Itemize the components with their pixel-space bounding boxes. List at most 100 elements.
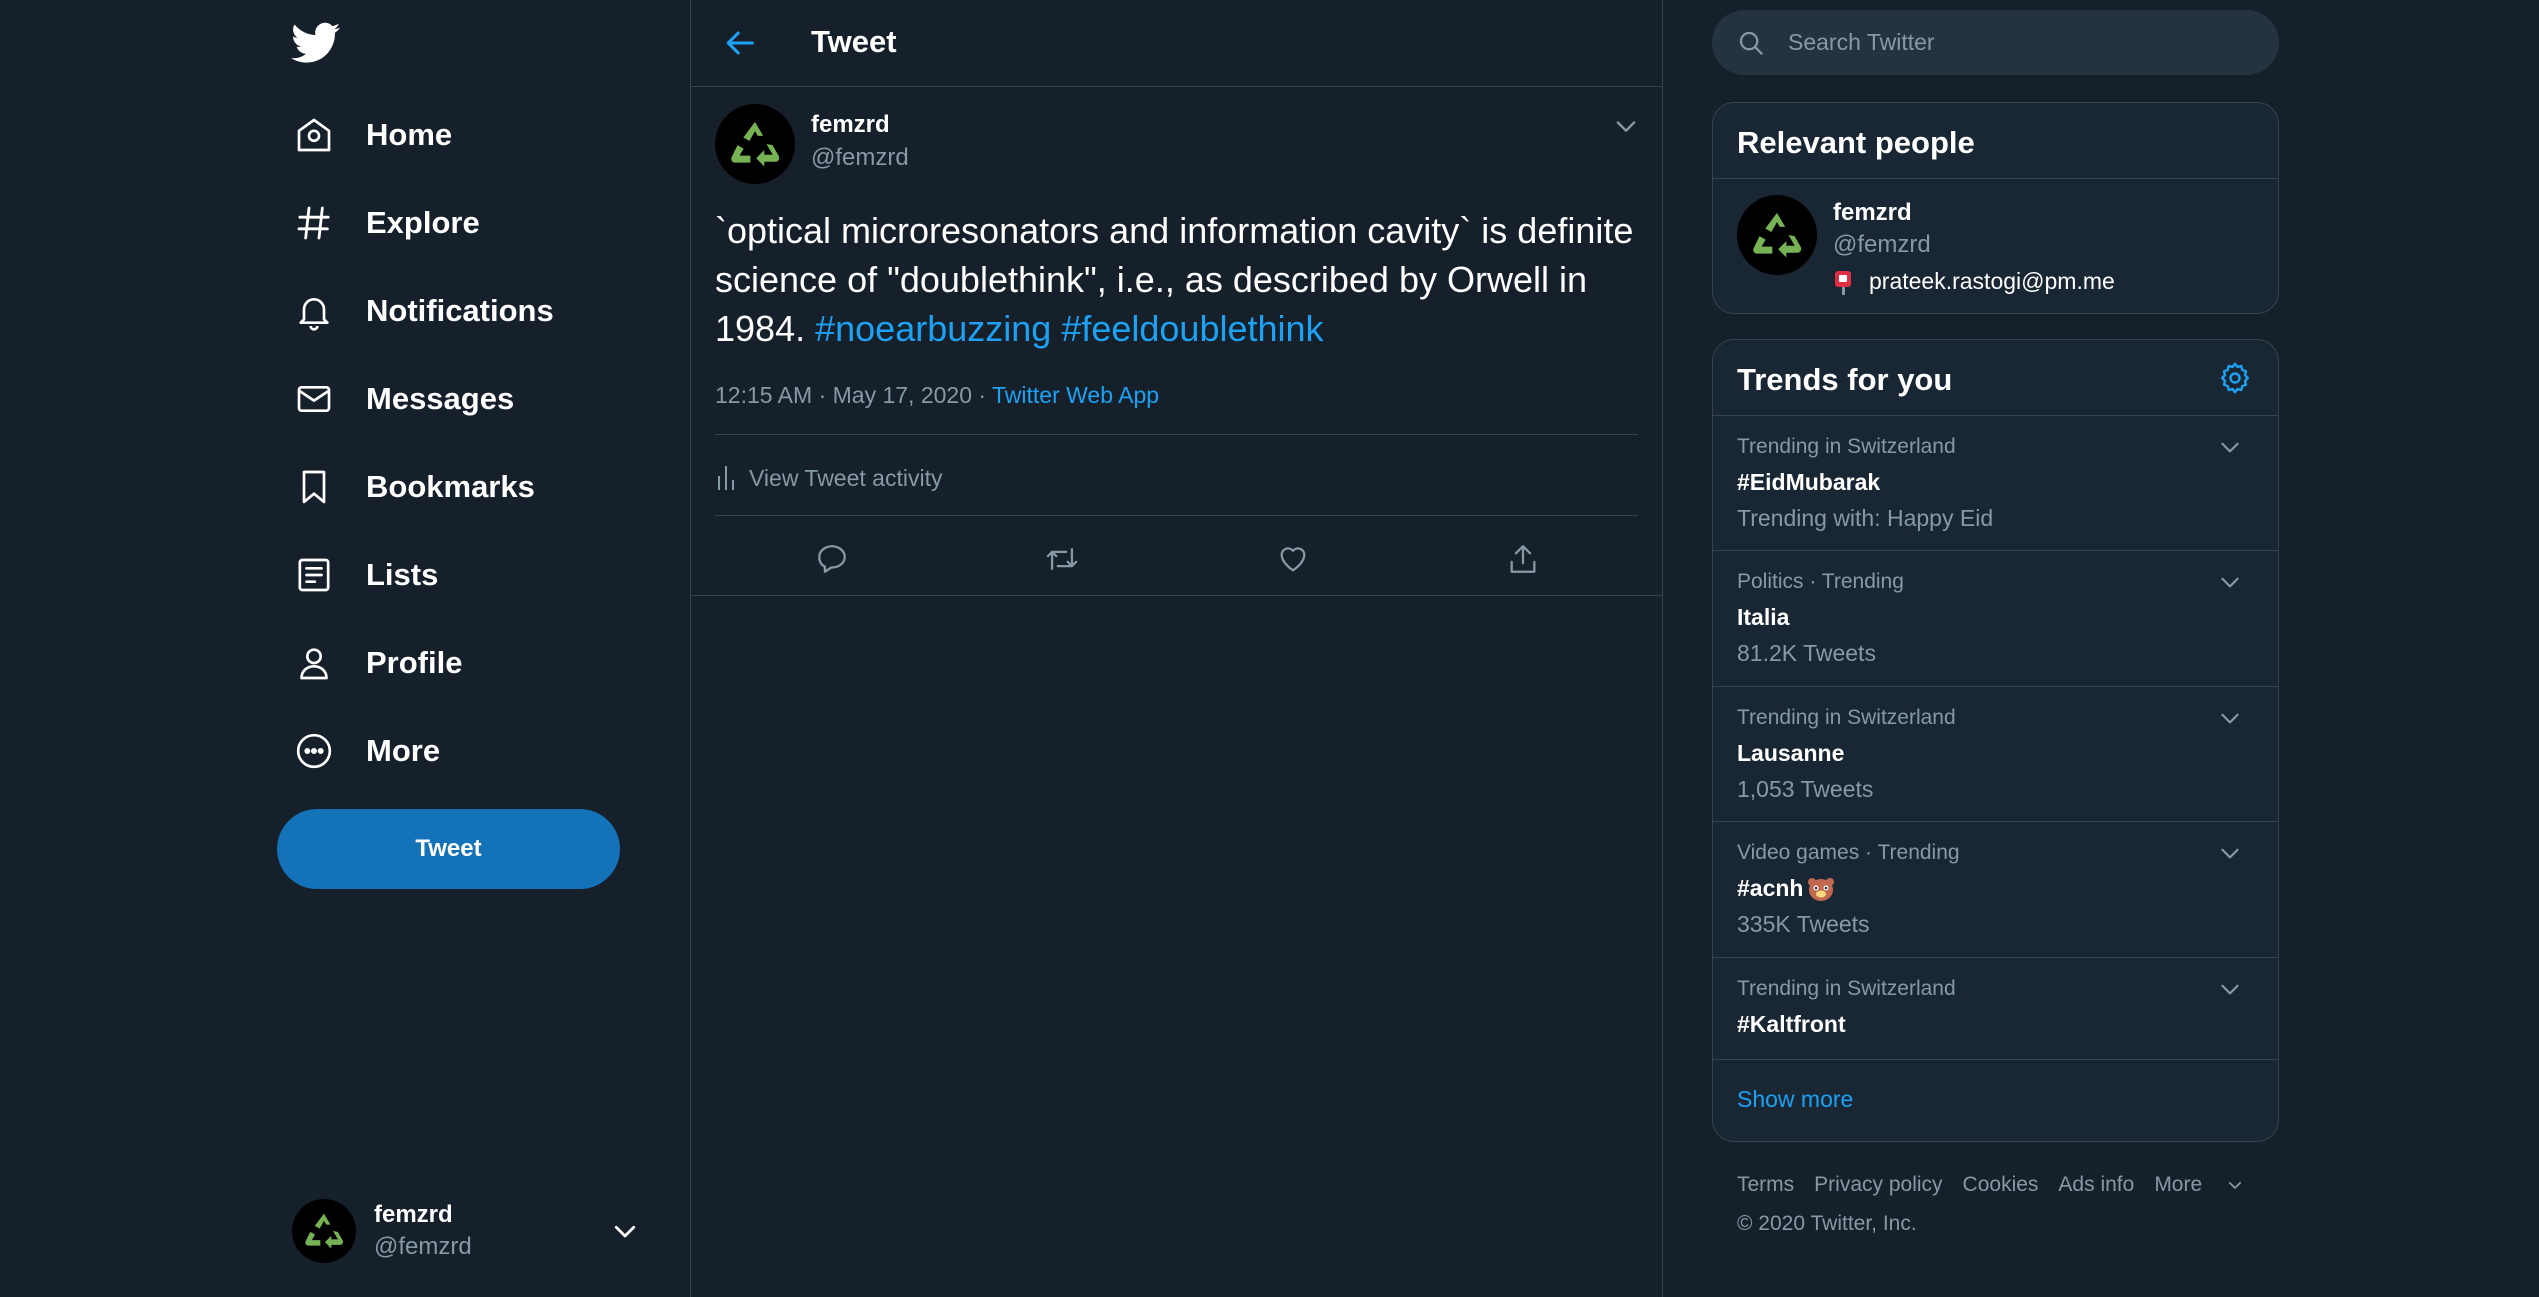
mailbox-icon — [1833, 269, 1855, 295]
column-divider-right — [1662, 0, 1663, 1297]
nav-home-label: Home — [366, 117, 453, 152]
trends-title: Trends for you — [1737, 362, 1953, 397]
show-more-label: Show more — [1737, 1086, 1854, 1112]
like-heart-icon[interactable] — [1268, 534, 1318, 584]
hashtag-link[interactable]: #feeldoublethink — [1061, 308, 1323, 349]
relevant-person-name[interactable]: femzrd — [1833, 199, 1912, 227]
reply-icon[interactable] — [807, 534, 857, 584]
nav-messages-label: Messages — [366, 381, 515, 416]
tweet-timestamp[interactable]: 12:15 AM · May 17, 2020 · — [715, 382, 992, 408]
trend-subtitle: Trending with: Happy Eid — [1737, 505, 1994, 531]
search-bar[interactable] — [1712, 10, 2279, 75]
recycle-icon — [731, 121, 780, 167]
trend-topic: #EidMubarak — [1737, 469, 1881, 495]
gear-icon[interactable] — [2217, 360, 2253, 396]
chevron-down-icon[interactable] — [2217, 976, 2243, 1002]
chevron-down-icon[interactable] — [2217, 705, 2243, 731]
footer-links: Terms Privacy policy Cookies Ads info Mo… — [1737, 1173, 2284, 1197]
trend-context: Trending in Switzerland — [1737, 977, 1956, 1000]
chevron-down-icon[interactable] — [2217, 434, 2243, 460]
view-tweet-activity[interactable]: View Tweet activity — [715, 460, 942, 496]
relevant-person-row[interactable]: femzrd @femzrd prateek.rastogi@pm.me — [1713, 178, 2278, 313]
account-name: femzrd — [374, 1201, 453, 1228]
trends-panel: Trends for you Trending in Switzerland #… — [1712, 339, 2279, 1142]
bell-icon — [292, 289, 336, 333]
trend-item[interactable]: Politics · Trending Italia 81.2K Tweets — [1713, 550, 2278, 687]
hashtag-icon — [292, 201, 336, 245]
chevron-down-icon[interactable] — [2217, 569, 2243, 595]
trend-context: Politics · Trending — [1737, 570, 1904, 593]
chevron-down-icon[interactable] — [610, 1216, 640, 1246]
hashtag-link[interactable]: #noearbuzzing — [815, 308, 1051, 349]
avatar[interactable] — [1737, 195, 1817, 275]
footer-link-ads-info[interactable]: Ads info — [2058, 1173, 2134, 1197]
retweet-icon[interactable] — [1037, 534, 1087, 584]
nav-profile[interactable]: Profile — [276, 627, 484, 699]
trend-subtitle: 335K Tweets — [1737, 911, 1870, 937]
relevant-people-panel: Relevant people femzrd @femzrd prateek.r… — [1712, 102, 2279, 314]
nav-notifications[interactable]: Notifications — [276, 275, 576, 347]
bear-emoji-icon — [1807, 876, 1835, 902]
trend-item[interactable]: Trending in Switzerland Lausanne 1,053 T… — [1713, 686, 2278, 822]
twitter-logo-icon[interactable] — [291, 18, 341, 68]
nav-profile-label: Profile — [366, 645, 463, 680]
column-divider-left — [690, 0, 691, 1297]
footer-link-privacy[interactable]: Privacy policy — [1814, 1173, 1942, 1197]
trend-subtitle: 81.2K Tweets — [1737, 640, 1876, 666]
copyright: © 2020 Twitter, Inc. — [1737, 1212, 1917, 1235]
envelope-icon — [292, 377, 336, 421]
nav-home[interactable]: Home — [276, 99, 474, 171]
nav-messages[interactable]: Messages — [276, 363, 536, 435]
footer-more-label: More — [2154, 1173, 2203, 1196]
bar-chart-icon — [715, 465, 737, 491]
account-handle: @femzrd — [374, 1233, 472, 1260]
nav-explore[interactable]: Explore — [276, 187, 502, 259]
account-switcher[interactable]: femzrd @femzrd — [292, 1196, 642, 1266]
tweet-source-link[interactable]: Twitter Web App — [992, 382, 1159, 408]
show-more-link[interactable]: Show more — [1713, 1059, 2278, 1141]
more-circle-icon — [292, 729, 336, 773]
nav-bookmarks[interactable]: Bookmarks — [276, 451, 557, 523]
list-icon — [292, 553, 336, 597]
trend-topic: #Kaltfront — [1737, 1011, 1846, 1037]
relevant-person-handle[interactable]: @femzrd — [1833, 231, 1931, 259]
nav-notifications-label: Notifications — [366, 293, 554, 328]
relevant-person-bio: prateek.rastogi@pm.me — [1833, 268, 2115, 295]
chevron-down-icon — [2226, 1176, 2244, 1194]
trend-context: Trending in Switzerland — [1737, 706, 1956, 729]
relevant-people-title: Relevant people — [1737, 125, 1975, 160]
footer-link-more[interactable]: More — [2154, 1173, 2264, 1197]
trend-item[interactable]: Video games · Trending #acnh 335K Tweets — [1713, 821, 2278, 958]
footer-link-terms[interactable]: Terms — [1737, 1173, 1794, 1197]
search-input[interactable] — [1786, 28, 2230, 57]
chevron-down-icon[interactable] — [1612, 112, 1640, 140]
tweet-meta: 12:15 AM · May 17, 2020 · Twitter Web Ap… — [715, 382, 1159, 409]
home-icon — [292, 113, 336, 157]
trend-item[interactable]: Trending in Switzerland #EidMubarak Tren… — [1713, 415, 2278, 551]
back-arrow-icon[interactable] — [724, 26, 758, 60]
view-tweet-activity-label: View Tweet activity — [749, 464, 943, 491]
divider — [715, 515, 1638, 516]
tweet-button[interactable]: Tweet — [277, 809, 620, 889]
nav-lists[interactable]: Lists — [276, 539, 460, 611]
person-icon — [292, 641, 336, 685]
tweet-author-avatar[interactable] — [715, 104, 795, 184]
share-icon[interactable] — [1498, 534, 1548, 584]
nav-lists-label: Lists — [366, 557, 439, 592]
nav-more[interactable]: More — [276, 715, 462, 787]
bookmark-icon — [292, 465, 336, 509]
trend-topic: Lausanne — [1737, 740, 1845, 766]
tweet-author-handle[interactable]: @femzrd — [811, 144, 909, 172]
recycle-icon — [1753, 212, 1802, 258]
tweet-actions — [691, 524, 1662, 594]
trend-item[interactable]: Trending in Switzerland #Kaltfront — [1713, 957, 2278, 1060]
bio-text: prateek.rastogi@pm.me — [1869, 268, 2115, 294]
recycle-icon — [305, 1213, 343, 1249]
trend-context: Video games · Trending — [1737, 841, 1960, 864]
tweet-author-name[interactable]: femzrd — [811, 111, 890, 139]
footer-link-cookies[interactable]: Cookies — [1963, 1173, 2039, 1197]
nav-explore-label: Explore — [366, 205, 480, 240]
chevron-down-icon[interactable] — [2217, 840, 2243, 866]
divider — [691, 595, 1662, 596]
avatar — [292, 1199, 356, 1263]
